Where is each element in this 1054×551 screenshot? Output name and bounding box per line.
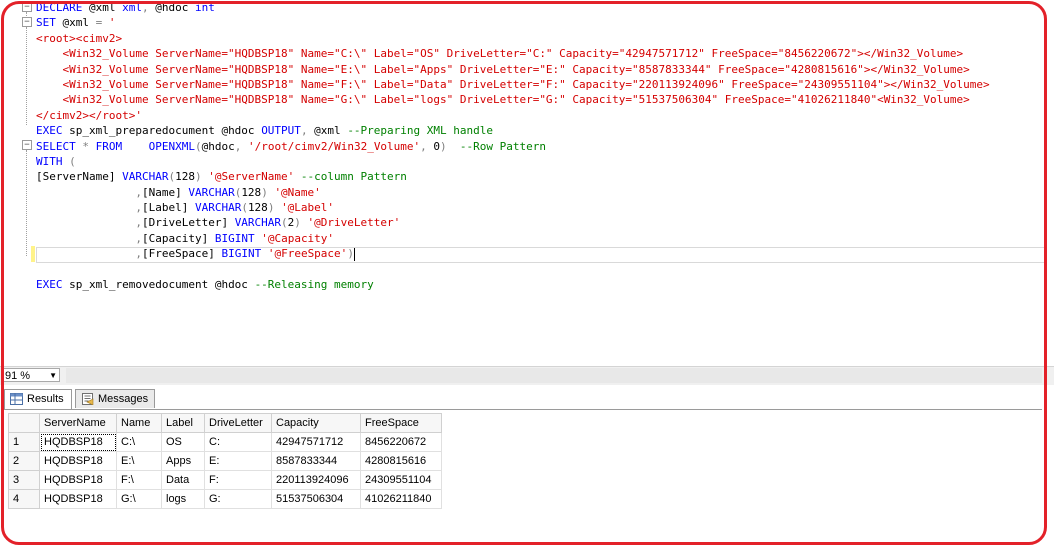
row-number[interactable]: 3	[8, 470, 40, 490]
table-cell[interactable]: 4280815616	[360, 451, 442, 471]
tab-messages[interactable]: Messages	[75, 389, 155, 408]
horizontal-scrollbar[interactable]	[66, 368, 1042, 383]
row-number[interactable]: 1	[8, 432, 40, 452]
table-cell[interactable]: C:	[204, 432, 272, 452]
table-row[interactable]: 3 HQDBSP18 F:\ Data F: 220113924096 2430…	[8, 470, 442, 490]
table-row[interactable]: 1 HQDBSP18 C:\ OS C: 42947571712 8456220…	[8, 432, 442, 452]
row-number[interactable]: 4	[8, 489, 40, 509]
text-caret	[353, 247, 355, 261]
zoom-select[interactable]: 91 % ▼	[2, 368, 60, 382]
collapse-icon[interactable]: −	[22, 140, 32, 150]
table-row[interactable]: 2 HQDBSP18 E:\ Apps E: 8587833344 428081…	[8, 451, 442, 471]
table-cell[interactable]: logs	[161, 489, 205, 509]
header-row: ServerName Name Label DriveLetter Capaci…	[8, 413, 442, 433]
table-cell[interactable]: F:	[204, 470, 272, 490]
table-cell[interactable]: 42947571712	[271, 432, 361, 452]
chevron-down-icon[interactable]: ▼	[49, 369, 57, 383]
code-line: DECLARE @xml xml, @hdoc int	[36, 1, 215, 14]
table-cell[interactable]: E:\	[116, 451, 162, 471]
table-cell[interactable]: G:	[204, 489, 272, 509]
table-cell[interactable]: G:\	[116, 489, 162, 509]
column-header[interactable]: Label	[161, 413, 205, 433]
table-cell[interactable]: F:\	[116, 470, 162, 490]
code-line: ,[DriveLetter] VARCHAR(2) '@DriveLetter'	[135, 216, 401, 230]
grid-icon	[10, 393, 23, 405]
table-cell[interactable]: OS	[161, 432, 205, 452]
code-line: ,[Label] VARCHAR(128) '@Label'	[135, 201, 335, 215]
results-pane: ServerName Name Label DriveLetter Capaci…	[4, 409, 1042, 536]
table-cell[interactable]: HQDBSP18	[39, 489, 117, 509]
table-cell[interactable]: 51537506304	[271, 489, 361, 509]
tab-label: Messages	[98, 393, 149, 405]
changed-line-marker	[31, 246, 35, 262]
code-line: EXEC sp_xml_preparedocument @hdoc OUTPUT…	[36, 124, 494, 138]
table-cell[interactable]: 8456220672	[360, 432, 442, 452]
table-cell[interactable]: 41026211840	[360, 489, 442, 509]
table-cell[interactable]: 220113924096	[271, 470, 361, 490]
table-cell[interactable]: Apps	[161, 451, 205, 471]
tab-label: Results	[27, 393, 64, 405]
column-header[interactable]: ServerName	[39, 413, 117, 433]
collapse-icon[interactable]: −	[22, 17, 32, 27]
results-grid[interactable]: ServerName Name Label DriveLetter Capaci…	[8, 413, 442, 509]
code-line: ,[Name] VARCHAR(128) '@Name'	[135, 185, 321, 199]
column-header[interactable]: DriveLetter	[204, 413, 272, 433]
table-cell[interactable]: HQDBSP18	[39, 451, 117, 471]
sql-code[interactable]: DECLARE @xml xml, @hdoc int SET @xml = '…	[36, 0, 1054, 292]
table-cell[interactable]: E:	[204, 451, 272, 471]
code-line: ,[Capacity] BIGINT '@Capacity'	[135, 231, 335, 245]
code-line: WITH (	[36, 154, 76, 168]
code-line: <Win32_Volume ServerName="HQDBSP18" Name…	[36, 62, 970, 76]
code-line: <Win32_Volume ServerName="HQDBSP18" Name…	[36, 77, 990, 91]
table-cell[interactable]: Data	[161, 470, 205, 490]
code-line: SELECT * FROM OPENXML(@hdoc, '/root/cimv…	[36, 139, 547, 153]
collapse-icon[interactable]: −	[22, 2, 32, 12]
editor-gutter: − − −	[0, 0, 35, 366]
code-line: <root><cimv2>	[36, 31, 123, 45]
table-row[interactable]: 4 HQDBSP18 G:\ logs G: 51537506304 41026…	[8, 489, 442, 509]
column-header[interactable]: FreeSpace	[360, 413, 442, 433]
code-line: </cimv2></root>'	[36, 108, 142, 122]
query-editor[interactable]: − − − DECLARE @xml xml, @hdoc int SET @x…	[0, 0, 1054, 366]
table-cell[interactable]: HQDBSP18	[39, 432, 117, 452]
code-line: SET @xml = '	[36, 16, 116, 30]
column-header[interactable]: Capacity	[271, 413, 361, 433]
code-line: <Win32_Volume ServerName="HQDBSP18" Name…	[36, 47, 964, 61]
table-cell[interactable]: HQDBSP18	[39, 470, 117, 490]
code-line: <Win32_Volume ServerName="HQDBSP18" Name…	[36, 93, 970, 107]
row-number[interactable]: 2	[8, 451, 40, 471]
table-cell[interactable]: C:\	[116, 432, 162, 452]
code-line: [ServerName] VARCHAR(128) '@ServerName' …	[36, 170, 407, 184]
code-line: ,[FreeSpace] BIGINT '@FreeSpace')	[135, 247, 355, 261]
column-header[interactable]: Name	[116, 413, 162, 433]
zoom-value: 91 %	[5, 370, 31, 382]
tab-results[interactable]: Results	[4, 389, 72, 409]
code-line: EXEC sp_xml_removedocument @hdoc --Relea…	[36, 278, 374, 292]
messages-icon	[82, 393, 94, 405]
zoom-bar: 91 % ▼	[0, 366, 1054, 385]
table-cell[interactable]: 24309551104	[360, 470, 442, 490]
table-cell[interactable]: 8587833344	[271, 451, 361, 471]
row-number-header[interactable]	[8, 413, 40, 433]
